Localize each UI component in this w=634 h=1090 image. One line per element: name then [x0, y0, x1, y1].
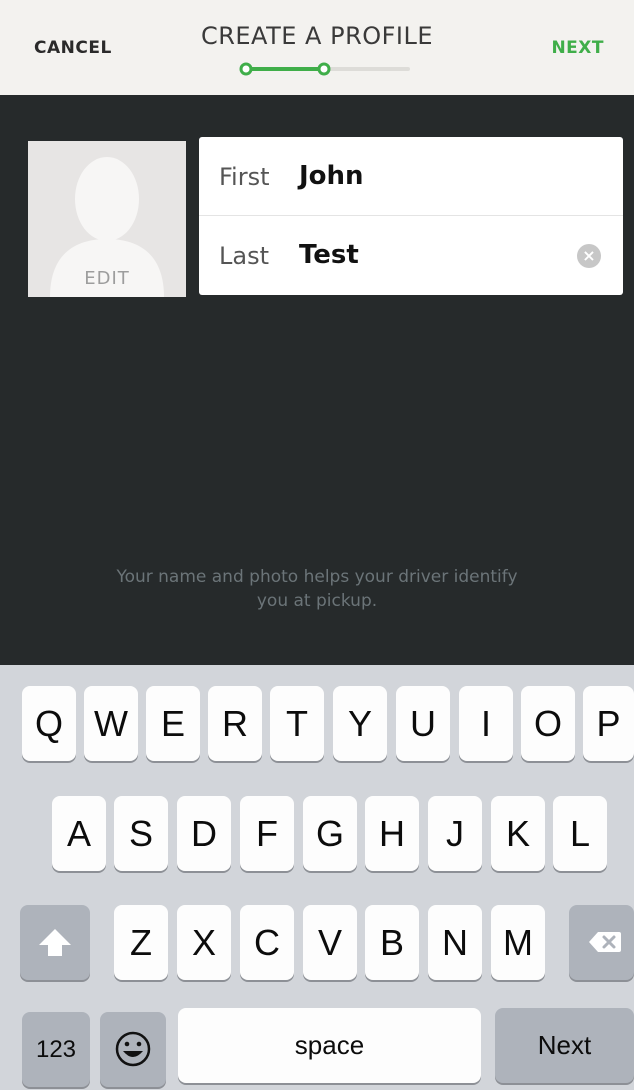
key-p[interactable]: P [583, 686, 634, 761]
next-button[interactable]: NEXT [551, 38, 604, 58]
key-a[interactable]: A [52, 796, 106, 871]
keyboard: Q W E R T Y U I O P A S D F G H J K L Z … [0, 665, 634, 1090]
helper-text: Your name and photo helps your driver id… [40, 565, 594, 613]
next-return-key[interactable]: Next [495, 1008, 634, 1083]
numbers-key[interactable]: 123 [22, 1012, 90, 1087]
key-x[interactable]: X [177, 905, 231, 980]
key-m[interactable]: M [491, 905, 545, 980]
last-name-label: Last [219, 242, 269, 270]
emoji-icon [115, 1031, 151, 1067]
progress-indicator [239, 62, 410, 76]
photo-edit-label: EDIT [84, 268, 130, 289]
shift-icon [39, 929, 71, 956]
key-v[interactable]: V [303, 905, 357, 980]
clear-icon[interactable]: × [577, 244, 601, 268]
nav-header: CANCEL CREATE A PROFILE NEXT [0, 0, 634, 95]
backspace-icon [589, 932, 621, 952]
first-name-field[interactable]: First John [199, 137, 623, 216]
space-key[interactable]: space [178, 1008, 481, 1083]
key-b[interactable]: B [365, 905, 419, 980]
key-h[interactable]: H [365, 796, 419, 871]
first-name-label: First [219, 163, 270, 191]
key-y[interactable]: Y [333, 686, 387, 761]
key-r[interactable]: R [208, 686, 262, 761]
name-fields-card: First John Last Test × [199, 137, 623, 295]
key-e[interactable]: E [146, 686, 200, 761]
key-t[interactable]: T [270, 686, 324, 761]
key-s[interactable]: S [114, 796, 168, 871]
delete-key[interactable] [569, 905, 634, 980]
helper-text-line1: Your name and photo helps your driver id… [116, 567, 518, 587]
key-n[interactable]: N [428, 905, 482, 980]
key-f[interactable]: F [240, 796, 294, 871]
key-z[interactable]: Z [114, 905, 168, 980]
key-i[interactable]: I [459, 686, 513, 761]
key-w[interactable]: W [84, 686, 138, 761]
first-name-input[interactable]: John [299, 161, 364, 191]
key-g[interactable]: G [303, 796, 357, 871]
page-title: CREATE A PROFILE [200, 22, 434, 50]
last-name-input[interactable]: Test [299, 240, 359, 270]
key-l[interactable]: L [553, 796, 607, 871]
key-k[interactable]: K [491, 796, 545, 871]
emoji-key[interactable] [100, 1012, 166, 1087]
key-o[interactable]: O [521, 686, 575, 761]
key-q[interactable]: Q [22, 686, 76, 761]
last-name-field[interactable]: Last Test × [199, 216, 623, 295]
shift-key[interactable] [20, 905, 90, 980]
key-u[interactable]: U [396, 686, 450, 761]
key-d[interactable]: D [177, 796, 231, 871]
key-j[interactable]: J [428, 796, 482, 871]
helper-text-line2: you at pickup. [256, 591, 378, 611]
profile-photo-button[interactable]: EDIT [28, 141, 186, 297]
key-c[interactable]: C [240, 905, 294, 980]
